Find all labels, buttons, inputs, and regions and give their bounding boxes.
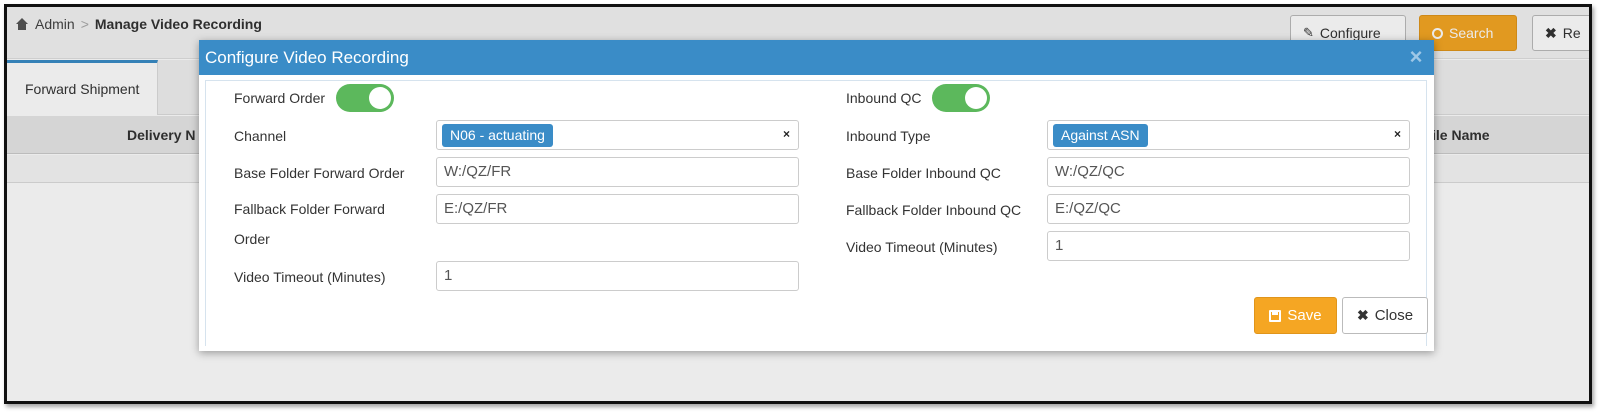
- base-folder-forward-label: Base Folder Forward Order: [234, 165, 405, 181]
- channel-label: Channel: [234, 128, 287, 144]
- inbound-type-select[interactable]: Against ASN ×: [1047, 120, 1410, 150]
- save-button[interactable]: Save: [1254, 297, 1337, 334]
- base-folder-forward-input[interactable]: W:/QZ/FR: [436, 157, 799, 187]
- close-button[interactable]: ✖ Close: [1342, 297, 1428, 334]
- dialog-close-icon[interactable]: ×: [1408, 46, 1424, 68]
- inbound-type-clear-icon[interactable]: ×: [1394, 127, 1401, 141]
- inbound-timeout-label: Video Timeout (Minutes): [846, 239, 998, 255]
- inbound-type-label: Inbound Type: [846, 128, 931, 144]
- toggle-knob: [965, 87, 987, 109]
- channel-clear-icon[interactable]: ×: [783, 127, 790, 141]
- channel-select[interactable]: N06 - actuating ×: [436, 120, 799, 150]
- fallback-folder-inbound-label: Fallback Folder Inbound QC: [846, 202, 1022, 218]
- close-icon: ✖: [1356, 307, 1369, 323]
- forward-timeout-label: Video Timeout (Minutes): [234, 269, 386, 285]
- forward-order-toggle[interactable]: [336, 84, 394, 112]
- channel-selected-chip: N06 - actuating: [442, 124, 553, 147]
- fallback-folder-inbound-input[interactable]: E:/QZ/QC: [1047, 194, 1410, 224]
- close-button-label: Close: [1374, 307, 1414, 324]
- inbound-type-selected-chip: Against ASN: [1053, 124, 1148, 147]
- forward-timeout-input[interactable]: 1: [436, 261, 799, 291]
- configure-video-recording-dialog: Configure Video Recording × Forward Orde…: [199, 40, 1434, 351]
- dialog-body: Forward Order Channel N06 - actuating × …: [205, 80, 1428, 346]
- base-folder-inbound-label: Base Folder Inbound QC: [846, 165, 1001, 181]
- base-folder-inbound-input[interactable]: W:/QZ/QC: [1047, 157, 1410, 187]
- fallback-folder-forward-label: Fallback Folder Forward Order: [234, 201, 385, 247]
- dialog-header: Configure Video Recording ×: [199, 40, 1434, 75]
- floppy-disk-icon: [1269, 309, 1282, 322]
- fallback-folder-forward-input[interactable]: E:/QZ/FR: [436, 194, 799, 224]
- save-button-label: Save: [1287, 307, 1322, 324]
- app-window: Admin > Manage Video Recording ✎ Configu…: [4, 4, 1592, 404]
- inbound-timeout-input[interactable]: 1: [1047, 231, 1410, 261]
- toggle-knob: [369, 87, 391, 109]
- inbound-qc-label: Inbound QC: [846, 90, 922, 106]
- inbound-qc-toggle[interactable]: [932, 84, 990, 112]
- forward-order-label: Forward Order: [234, 90, 326, 106]
- dialog-title: Configure Video Recording: [205, 47, 409, 67]
